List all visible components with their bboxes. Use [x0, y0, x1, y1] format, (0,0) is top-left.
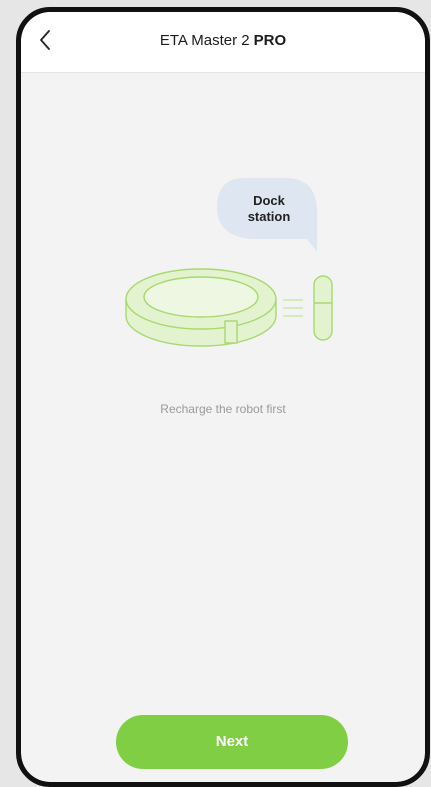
robot-vacuum-icon [125, 268, 277, 347]
signal-lines-icon [283, 299, 303, 317]
dock-station-label-line1: Dock [253, 193, 285, 208]
dock-station-label: Dock station [217, 193, 321, 225]
dock-station-icon [313, 275, 333, 341]
phone-frame: ETA Master 2 PRO Dock station Recharge t… [16, 7, 430, 787]
screen: ETA Master 2 PRO Dock station Recharge t… [21, 12, 425, 782]
next-button[interactable]: Next [116, 715, 348, 769]
instruction-text: Recharge the robot first [160, 402, 286, 416]
dock-station-label-line2: station [247, 209, 291, 224]
